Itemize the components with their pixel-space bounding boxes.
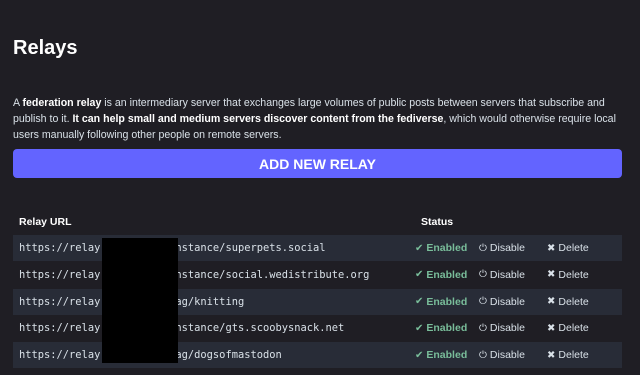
disable-button[interactable]: ⏻ Disable [479,296,547,308]
delete-button[interactable]: ✖ Delete [547,296,589,308]
power-icon: ⏻ [479,322,487,334]
column-header-relay-url: Relay URL [19,216,72,228]
table-header: Relay URL Status [13,209,622,235]
power-icon: ⏻ [479,242,487,254]
disable-label: Disable [489,322,525,335]
relay-url: https://relay.fedi.buzz/tag/knitting [13,296,415,308]
delete-label: Delete [558,295,589,308]
column-header-status: Status [421,216,454,228]
check-icon: ✔ [415,269,424,281]
x-icon: ✖ [547,269,556,281]
disable-label: Disable [489,268,525,281]
status-label: Enabled [426,268,468,281]
delete-label: Delete [558,268,589,281]
check-icon: ✔ [415,296,424,308]
intro-bold-1: federation relay [22,97,102,109]
disable-button[interactable]: ⏻ Disable [479,269,547,281]
intro-bold-2: It can help small and medium servers dis… [72,113,444,125]
disable-label: Disable [489,349,525,362]
delete-button[interactable]: ✖ Delete [547,269,589,281]
redaction-box [102,238,178,363]
x-icon: ✖ [547,322,556,334]
power-icon: ⏻ [479,349,487,361]
add-new-relay-button[interactable]: ADD NEW RELAY [13,149,622,178]
status-label: Enabled [426,322,468,335]
delete-button[interactable]: ✖ Delete [547,349,589,361]
status-label: Enabled [426,295,468,308]
relay-url: https://relay.fedi.buzz/instance/gts.sco… [19,322,345,335]
disable-button[interactable]: ⏻ Disable [479,242,547,254]
delete-label: Delete [558,322,589,335]
status-label: Enabled [426,349,468,362]
disable-button[interactable]: ⏻ Disable [479,322,547,334]
x-icon: ✖ [547,242,556,254]
check-icon: ✔ [415,349,424,361]
relay-url: https://relay.fedi.buzz/tag/dogsofmastod… [13,349,415,361]
relay-url: https://relay.fedi.buzz/instance/superpe… [13,242,415,254]
delete-label: Delete [558,242,589,254]
status-badge: ✔ Enabled [415,269,479,281]
status-badge: ✔ Enabled [415,322,479,334]
status-badge: ✔ Enabled [415,296,479,308]
delete-button[interactable]: ✖ Delete [547,242,589,254]
delete-button[interactable]: ✖ Delete [547,322,589,334]
disable-label: Disable [489,242,525,254]
status-label: Enabled [426,242,468,254]
check-icon: ✔ [415,322,424,334]
x-icon: ✖ [547,296,556,308]
x-icon: ✖ [547,349,556,361]
relay-url: https://relay.fedi.buzz/instance/social.… [19,268,370,281]
relay-description: A federation relay is an intermediary se… [13,95,627,143]
status-badge: ✔ Enabled [415,242,479,254]
check-icon: ✔ [415,242,424,254]
disable-button[interactable]: ⏻ Disable [479,349,547,361]
power-icon: ⏻ [479,296,487,308]
status-badge: ✔ Enabled [415,349,479,361]
page-title: Relays [13,37,78,59]
power-icon: ⏻ [479,269,487,281]
delete-label: Delete [558,349,589,362]
disable-label: Disable [489,295,525,308]
